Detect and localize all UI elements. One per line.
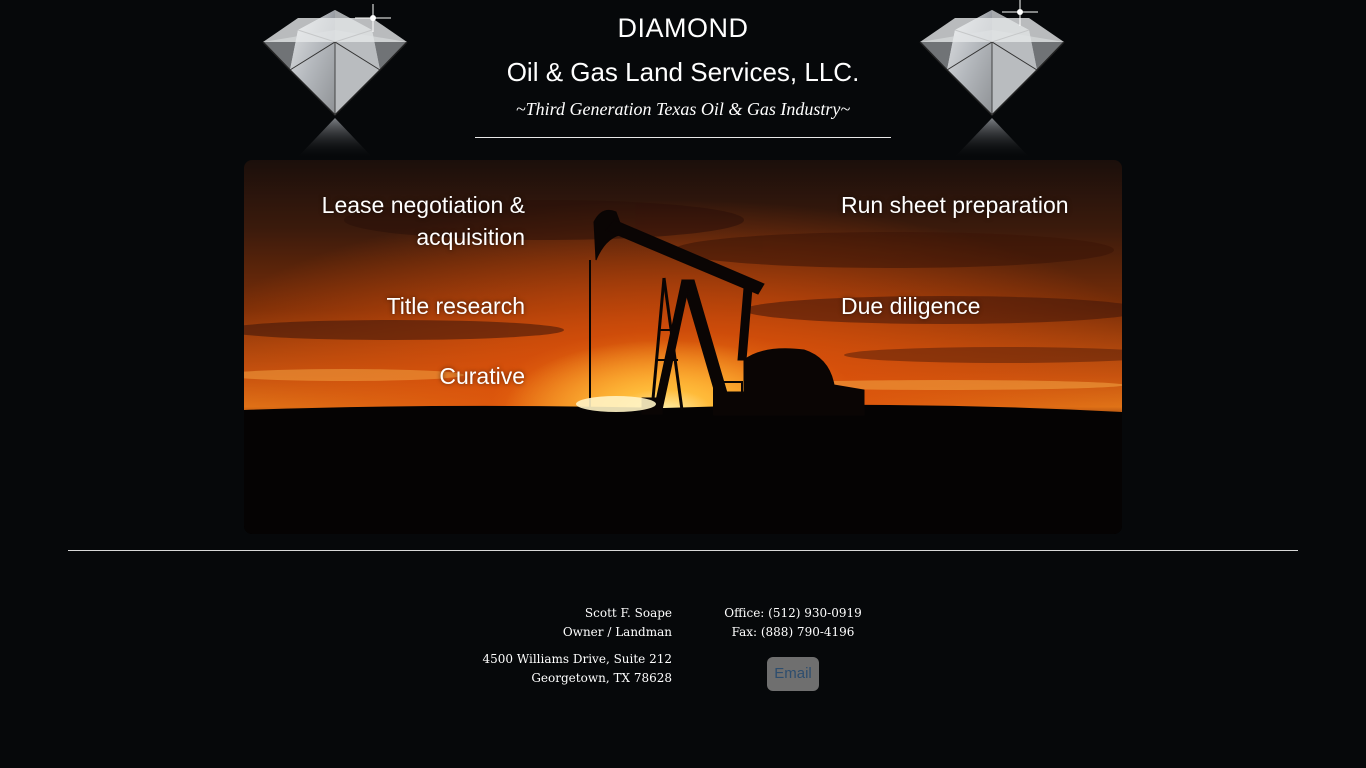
fax-number: Fax: (888) 790-4196 xyxy=(731,625,855,639)
service-due-diligence: Due diligence xyxy=(841,293,981,319)
site-header: DIAMOND Oil & Gas Land Services, LLC. ~T… xyxy=(475,10,891,122)
service-lease-negotiation: Lease negotiation & acquisition xyxy=(321,192,525,250)
contact-name: Scott F. Soape xyxy=(584,606,672,620)
footer-divider xyxy=(68,550,1298,551)
company-subtitle: Oil & Gas Land Services, LLC. xyxy=(506,57,860,87)
email-button[interactable]: Email xyxy=(767,657,819,691)
contact-title: Owner / Landman xyxy=(562,625,672,639)
service-curative: Curative xyxy=(439,363,525,389)
page: DIAMOND Oil & Gas Land Services, LLC. ~T… xyxy=(0,0,1366,768)
service-run-sheet: Run sheet preparation xyxy=(841,192,1069,218)
office-phone[interactable]: Office: (512) 930-0919 xyxy=(710,604,876,623)
company-name: DIAMOND xyxy=(617,13,749,43)
address-line1: 4500 Williams Drive, Suite 212 xyxy=(482,652,672,666)
header-divider xyxy=(475,137,891,138)
address-line2: Georgetown, TX 78628 xyxy=(531,671,672,685)
diamond-right-icon xyxy=(912,0,1072,160)
contact-details: Scott F. Soape Owner / Landman 4500 Will… xyxy=(483,604,672,688)
diamond-left-icon xyxy=(255,0,415,160)
contact-phones: Office: (512) 930-0919 Fax: (888) 790-41… xyxy=(710,604,876,642)
hero-panel: Lease negotiation & acquisition Title re… xyxy=(244,160,1122,534)
service-title-research: Title research xyxy=(386,293,525,319)
tagline: ~Third Generation Texas Oil & Gas Indust… xyxy=(515,99,851,119)
